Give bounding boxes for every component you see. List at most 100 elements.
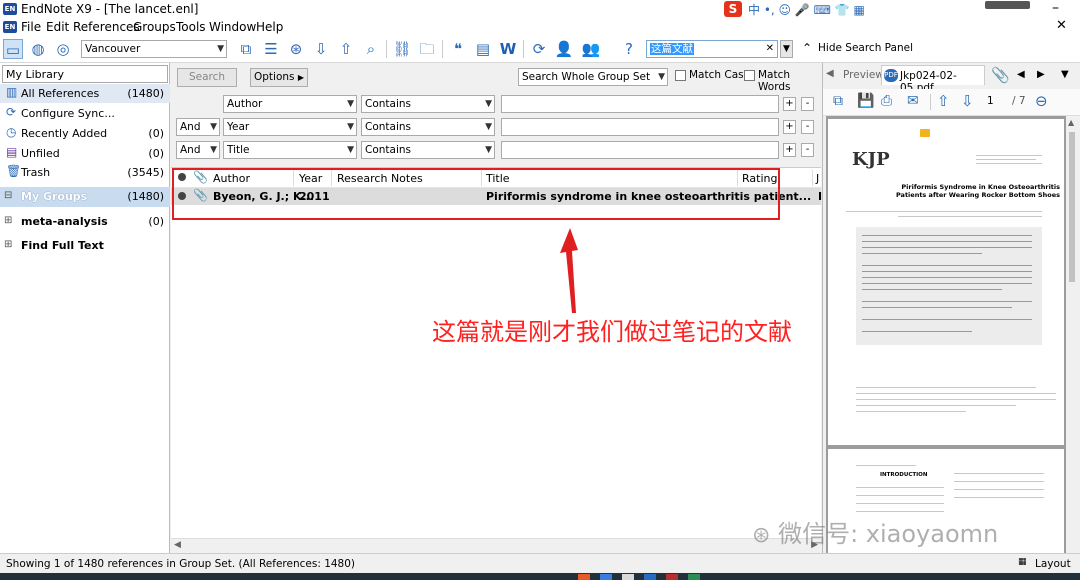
search-term-input[interactable] — [501, 95, 779, 113]
open-pdf-icon[interactable]: ⧉ — [833, 93, 843, 109]
output-style-select[interactable]: Vancouver ▼ — [81, 40, 227, 58]
email-icon[interactable]: ✉ — [907, 93, 919, 109]
group-recently-added[interactable]: ◷ Recently Added (0) — [0, 124, 170, 143]
expand-icon[interactable]: ⊞ — [4, 239, 12, 250]
menu-edit[interactable]: Edit — [46, 20, 69, 34]
horizontal-scrollbar[interactable]: ◀ ▶ — [171, 538, 821, 553]
match-words-checkbox[interactable] — [744, 70, 755, 81]
attach-file-icon[interactable]: 📎 — [991, 66, 1010, 84]
search-operator-select[interactable]: Contains ▼ — [361, 118, 495, 136]
sticky-note-icon[interactable] — [920, 129, 930, 137]
options-button[interactable]: Options ▶ — [250, 68, 308, 87]
ime-toolbar-icons[interactable]: 中 •, ☺ 🎤 ⌨ 👕 ▦ — [748, 1, 865, 18]
find-online-icon[interactable]: ⌕ — [361, 39, 381, 59]
online-search-icon[interactable]: ◍ — [28, 39, 48, 59]
next-tab-icon[interactable]: ▶ — [1037, 69, 1045, 80]
quick-search-input[interactable]: 这篇文献 ✕ — [646, 40, 778, 58]
search-scope-select[interactable]: Search Whole Group Set ▼ — [518, 68, 668, 86]
collapse-icon[interactable]: ⊟ — [4, 190, 12, 201]
remove-row-button[interactable]: - — [801, 120, 814, 134]
layout-menu-icon[interactable]: ▦ — [1018, 557, 1027, 567]
close-menu-button[interactable]: ✕ — [1056, 18, 1067, 33]
group-trash[interactable]: 🗑 Trash (3545) — [0, 163, 170, 182]
search-field-select[interactable]: Title ▼ — [223, 141, 357, 159]
taskbar-app-icon[interactable] — [622, 574, 634, 580]
boolean-select[interactable]: And ▼ — [176, 118, 220, 136]
minimize-button[interactable]: – — [1052, 0, 1059, 16]
new-reference-icon[interactable]: ☰ — [261, 39, 281, 59]
print-icon[interactable]: ⎙ — [881, 93, 892, 109]
search-field-select[interactable]: Author ▼ — [223, 95, 357, 113]
expand-icon[interactable]: ⊞ — [4, 215, 12, 226]
group-all-references[interactable]: ▥ All References (1480) — [0, 84, 170, 103]
tab-preview[interactable]: Preview — [843, 69, 884, 81]
remove-row-button[interactable]: - — [801, 97, 814, 111]
search-operator-select[interactable]: Contains ▼ — [361, 141, 495, 159]
sync-icon[interactable]: ⟳ — [529, 39, 549, 59]
find-full-text-icon[interactable]: ⊛ — [286, 39, 306, 59]
group-configure-sync[interactable]: ⟳ Configure Sync... — [0, 104, 170, 123]
copy-formatted-icon[interactable]: ⧉ — [236, 39, 256, 59]
word-icon[interactable]: W — [498, 39, 518, 59]
group-find-full-text[interactable]: ⊞ Find Full Text — [0, 236, 170, 255]
taskbar-app-icon[interactable] — [644, 574, 656, 580]
search-term-input[interactable] — [501, 141, 779, 159]
format-bibliography-icon[interactable]: ▤ — [473, 39, 493, 59]
save-icon[interactable]: 💾 — [857, 93, 874, 109]
search-term-input[interactable] — [501, 118, 779, 136]
search-button[interactable]: Search — [177, 68, 237, 87]
local-library-icon[interactable]: ▭ — [3, 39, 23, 59]
layout-button[interactable]: Layout — [1035, 558, 1071, 570]
export-icon[interactable]: ⇧ — [336, 39, 356, 59]
menu-help[interactable]: Help — [256, 20, 283, 34]
search-field-select[interactable]: Year ▼ — [223, 118, 357, 136]
add-row-button[interactable]: + — [783, 120, 796, 134]
search-operator-select[interactable]: Contains ▼ — [361, 95, 495, 113]
match-case-checkbox[interactable] — [675, 70, 686, 81]
clear-search-icon[interactable]: ✕ — [766, 41, 774, 57]
help-icon[interactable]: ? — [619, 39, 639, 59]
library-header[interactable]: My Library — [2, 65, 168, 83]
remove-row-button[interactable]: - — [801, 143, 814, 157]
pdf-viewer[interactable]: KJP Piriformis Syndrome in Knee Osteoart… — [826, 116, 1066, 553]
previous-tab-icon[interactable]: ◀ — [1017, 69, 1025, 80]
add-row-button[interactable]: + — [783, 97, 796, 111]
scroll-up-icon[interactable]: ▲ — [1068, 118, 1074, 127]
group-unfiled[interactable]: ▤ Unfiled (0) — [0, 144, 170, 163]
my-groups-header[interactable]: ⊟ My Groups (1480) — [0, 187, 170, 207]
taskbar-app-icon[interactable] — [688, 574, 700, 580]
pdf-vertical-scrollbar[interactable]: ▲ — [1066, 116, 1078, 553]
ime-logo-icon[interactable]: S — [724, 1, 742, 17]
scroll-left-icon[interactable]: ◀ — [174, 540, 181, 550]
menu-references[interactable]: References — [73, 20, 140, 34]
taskbar-app-icon[interactable] — [578, 574, 590, 580]
hide-search-panel-button[interactable]: Hide Search Panel — [818, 42, 913, 54]
quick-search-dropdown-icon[interactable]: ▼ — [780, 40, 793, 58]
page-up-icon[interactable]: ⇧ — [937, 92, 950, 110]
zoom-out-icon[interactable]: ⊖ — [1035, 92, 1048, 110]
group-share-icon[interactable]: 👥 — [581, 39, 601, 59]
link-icon[interactable]: ⛓ — [392, 39, 412, 59]
taskbar-app-icon[interactable] — [666, 574, 678, 580]
tab-pdf[interactable]: PDF Jkp024-02-05.pdf — [881, 65, 985, 94]
page-number-input[interactable]: 1 — [987, 95, 994, 107]
group-meta-analysis[interactable]: ⊞ meta-analysis (0) — [0, 212, 170, 231]
menu-groups[interactable]: Groups — [133, 20, 176, 34]
scroll-thumb[interactable] — [1069, 132, 1075, 282]
menu-file[interactable]: File — [21, 20, 41, 34]
chevron-up-icon[interactable]: ⌃ — [802, 41, 812, 55]
import-icon[interactable]: ⇩ — [311, 39, 331, 59]
open-folder-icon[interactable]: 🗀 — [417, 39, 437, 59]
tab-menu-icon[interactable]: ▼ — [1061, 69, 1069, 80]
add-row-button[interactable]: + — [783, 143, 796, 157]
integrated-library-icon[interactable]: ◎ — [53, 39, 73, 59]
boolean-select[interactable]: And ▼ — [176, 141, 220, 159]
taskbar-app-icon[interactable] — [600, 574, 612, 580]
share-icon[interactable]: 👤 — [554, 39, 574, 59]
column-journal[interactable]: J — [816, 172, 819, 185]
collapse-pane-icon[interactable]: ◀ — [826, 68, 834, 79]
menu-window[interactable]: Window — [209, 20, 256, 34]
menu-tools[interactable]: Tools — [176, 20, 206, 34]
insert-citation-icon[interactable]: ❝ — [448, 39, 468, 59]
page-down-icon[interactable]: ⇩ — [961, 92, 974, 110]
